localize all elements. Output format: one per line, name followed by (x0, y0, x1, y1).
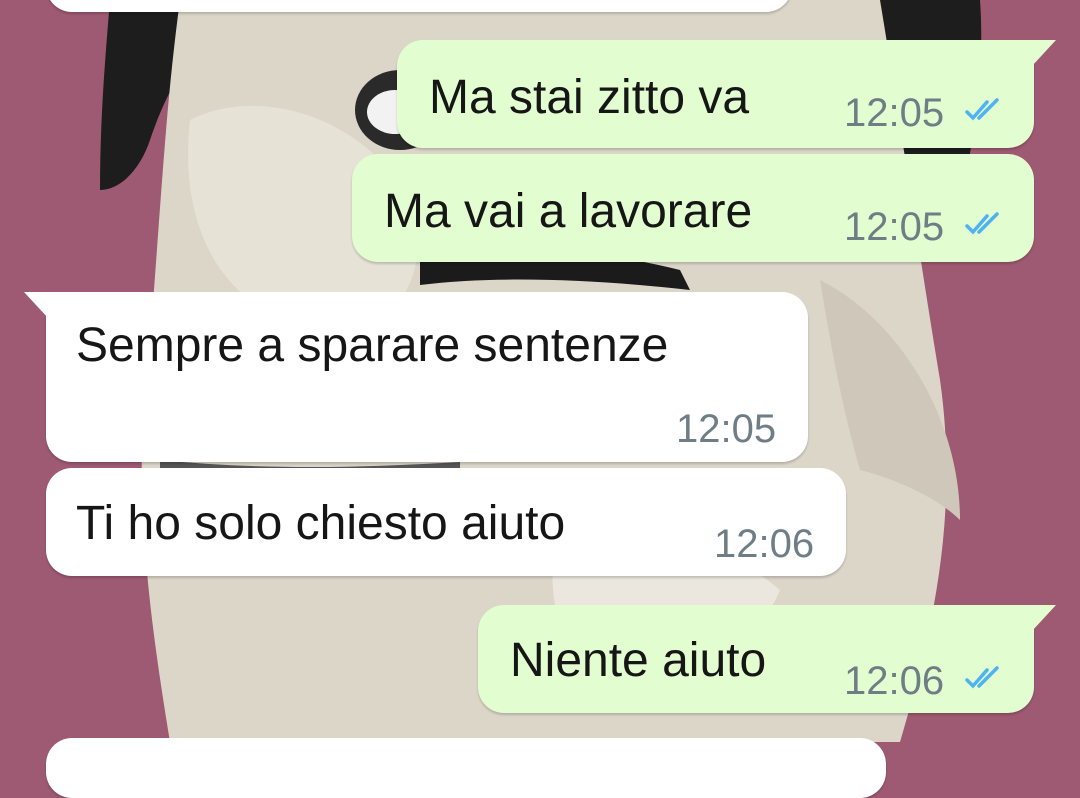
message-timestamp: 12:05 (844, 91, 945, 135)
message-text: Ti ho solo chiesto aiuto (76, 497, 566, 550)
message-timestamp: 12:05 (676, 407, 777, 451)
message-bubble-outgoing[interactable]: Ma stai zitto va 12:05 (397, 40, 1034, 148)
message-bubble-outgoing[interactable]: Ma vai a lavorare 12:05 (352, 154, 1034, 262)
double-check-read-icon (965, 666, 999, 689)
message-text: Ma stai zitto va (429, 71, 750, 124)
message-bubble-partial-bottom[interactable] (46, 738, 886, 798)
double-check-read-icon (965, 212, 999, 235)
double-check-read-icon (965, 98, 999, 121)
bubble-tail-incoming (24, 292, 48, 318)
message-timestamp: 12:05 (844, 205, 945, 249)
message-bubble-outgoing[interactable]: Niente aiuto 12:06 (478, 605, 1034, 713)
message-bubble-incoming[interactable]: Sempre a sparare sentenze 12:05 (46, 292, 808, 462)
message-bubble-partial-top[interactable] (46, 0, 792, 12)
message-text: Niente aiuto (510, 634, 767, 687)
message-text: Sempre a sparare sentenze (76, 319, 669, 372)
bubble-tail-outgoing (1032, 605, 1056, 631)
message-text: Ma vai a lavorare (384, 185, 753, 238)
message-bubble-incoming[interactable]: Ti ho solo chiesto aiuto 12:06 (46, 468, 846, 576)
message-timestamp: 12:06 (714, 522, 815, 566)
message-timestamp: 12:06 (844, 659, 945, 703)
bubble-tail-outgoing (1032, 40, 1056, 66)
